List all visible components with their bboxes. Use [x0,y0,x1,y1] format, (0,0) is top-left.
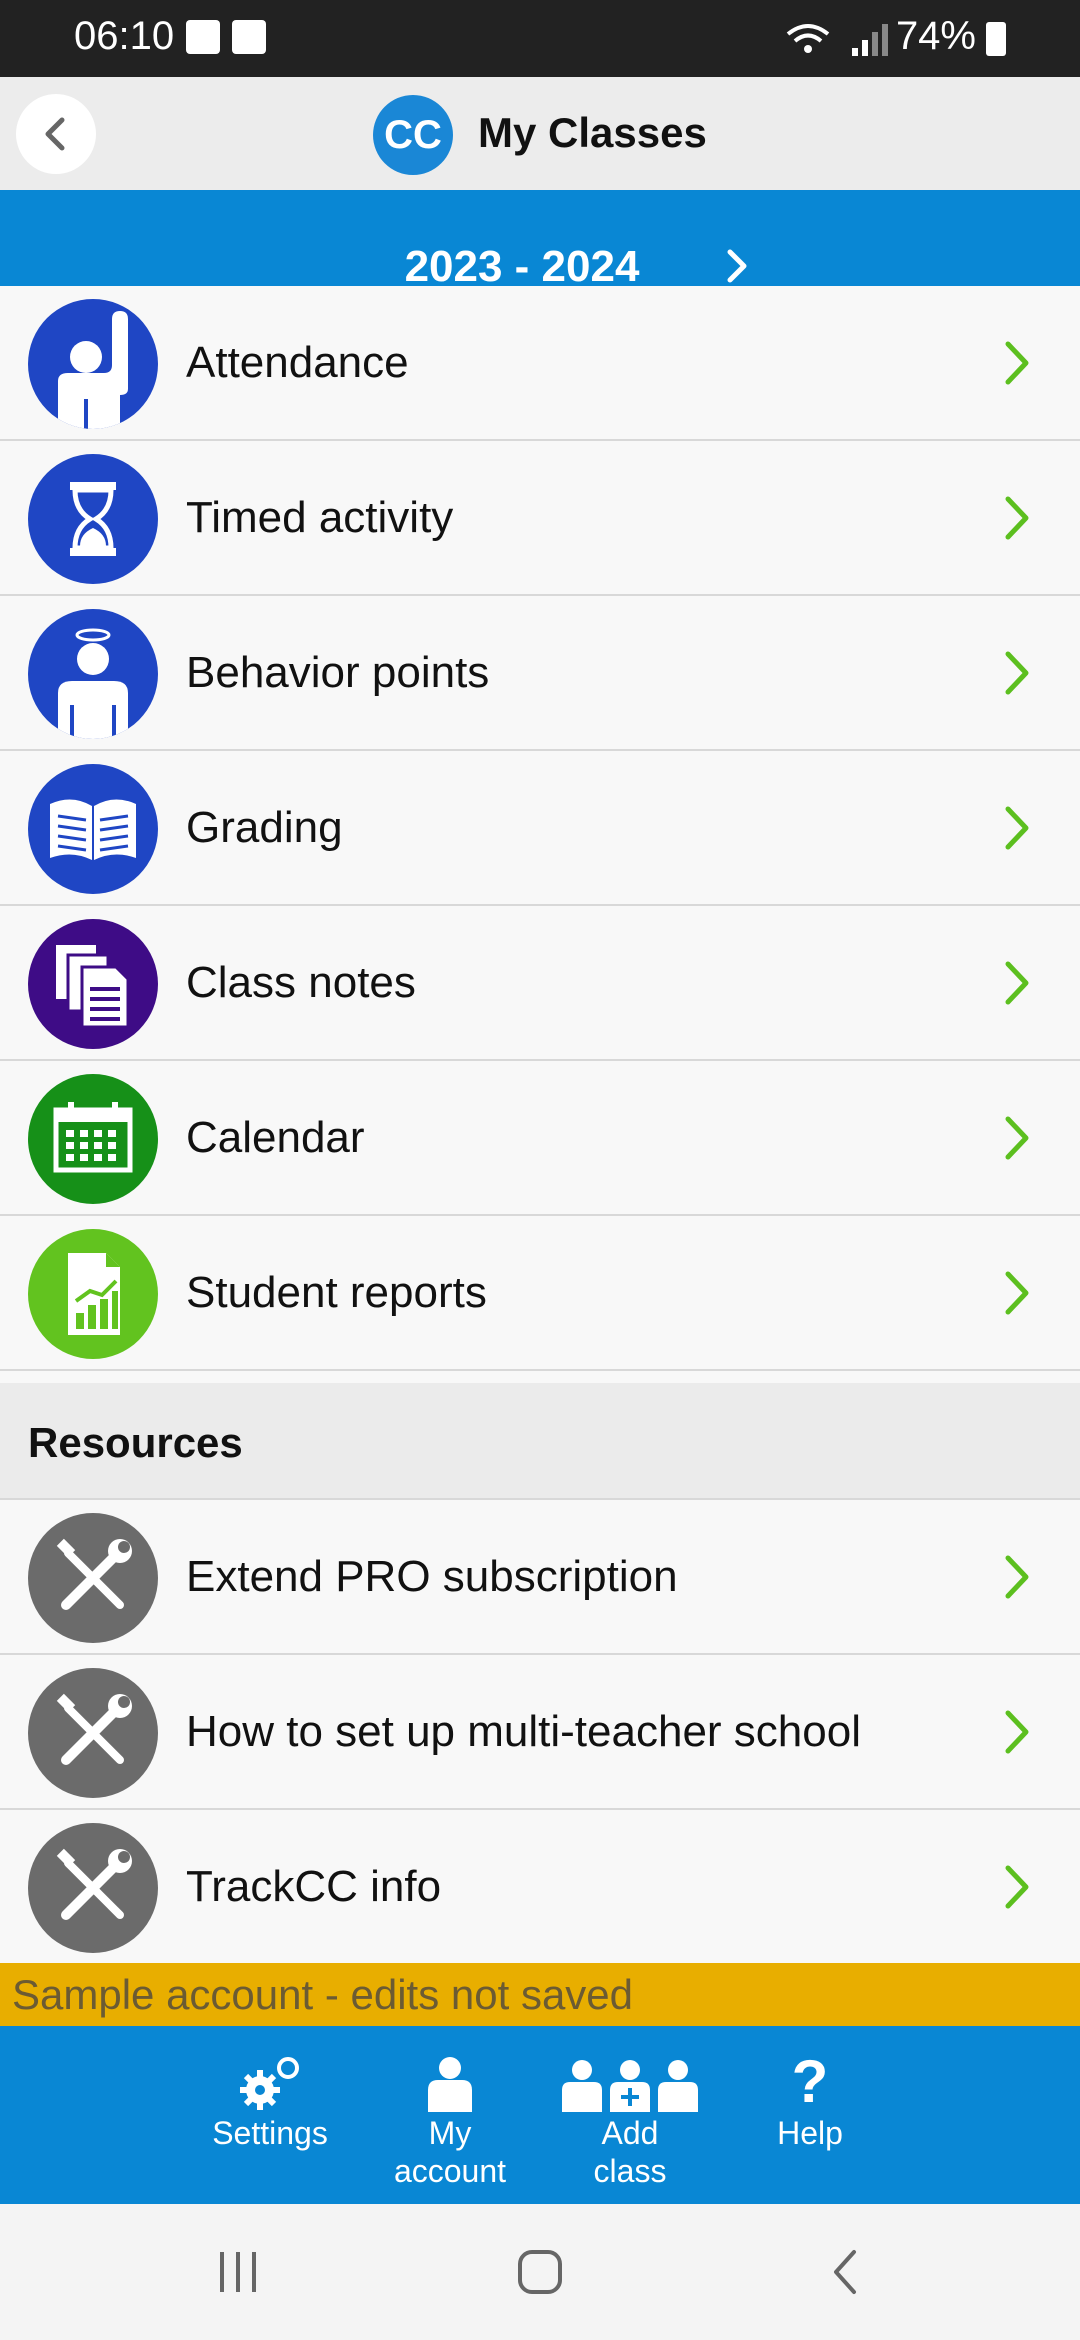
page-title: My Classes [478,109,707,156]
chevron-right-icon [1005,341,1029,385]
chevron-left-icon [45,117,65,151]
list-item-grading[interactable]: Grading [0,751,1080,906]
tools-icon [28,1823,158,1953]
recent-apps-icon[interactable] [214,2248,264,2296]
chevron-right-icon [1005,651,1029,695]
status-time: 06:10 [74,14,175,58]
list-item-label: Behavior points [186,648,490,697]
back-nav-icon[interactable] [826,2248,866,2296]
chevron-right-icon [1005,806,1029,850]
calendar-icon [28,1074,158,1204]
app-header: CC My Classes [0,77,1080,190]
list-item-label: Student reports [186,1268,487,1317]
section-title: Resources [28,1419,243,1466]
report-chart-icon [28,1229,158,1359]
back-button[interactable] [16,94,96,174]
chevron-right-icon [1005,1865,1029,1909]
status-bar: 06:10 74% [0,0,1080,77]
chevron-right-icon [1005,1710,1029,1754]
list-item-label: How to set up multi-teacher school [186,1707,861,1756]
chevron-right-icon [1005,1116,1029,1160]
list-item-label: Calendar [186,1113,365,1162]
list-item-label: Extend PRO subscription [186,1552,678,1601]
list-item-label: Timed activity [186,493,454,542]
hourglass-icon [28,454,158,584]
list-item-extend-pro[interactable]: Extend PRO subscription [0,1500,1080,1655]
system-navigation-bar [0,2204,1080,2340]
list-item-label: Class notes [186,958,416,1007]
list-item-trackcc-info[interactable]: TrackCC info [0,1810,1080,1965]
tab-help[interactable]: ? Help [730,2050,890,2152]
tab-add-class[interactable]: Add class [550,2050,710,2190]
chevron-right-icon [1005,496,1029,540]
open-book-icon [28,764,158,894]
battery-icon [986,22,1006,56]
tab-my-account[interactable]: My account [370,2050,530,2190]
list-item-class-notes[interactable]: Class notes [0,906,1080,1061]
tab-label: class [593,2153,667,2189]
list-item-attendance[interactable]: Attendance [0,286,1080,441]
resources-section-header: Resources [0,1383,1080,1500]
notes-icon [28,919,158,1049]
tab-label: My [428,2115,472,2151]
tab-label: Help [777,2115,843,2151]
list-item-student-reports[interactable]: Student reports [0,1216,1080,1371]
list-item-timed-activity[interactable]: Timed activity [0,441,1080,596]
list-item-calendar[interactable]: Calendar [0,1061,1080,1216]
chevron-right-icon[interactable] [722,246,752,286]
question-mark-icon: ? [791,2048,829,2115]
sample-account-banner: Sample account - edits not saved [0,1963,1080,2026]
list-item-behavior-points[interactable]: Behavior points [0,596,1080,751]
gear-icon [190,2050,350,2112]
check-notification-icon [232,20,266,54]
signal-icon [852,24,888,56]
wifi-icon [786,24,830,53]
user-icon [370,2050,530,2112]
home-icon[interactable] [516,2248,564,2296]
add-class-icon [550,2050,710,2112]
chevron-right-icon [1005,1555,1029,1599]
banner-text: Sample account - edits not saved [12,1971,634,2018]
student-hand-icon [28,299,158,429]
chevron-right-icon [1005,1271,1029,1315]
battery-percent: 74% [895,14,976,58]
app-logo: CC [373,95,453,175]
list-item-label: Grading [186,803,343,852]
tools-icon [28,1513,158,1643]
tab-label: Add [601,2115,659,2151]
image-notification-icon [186,20,220,54]
tab-label: account [393,2153,507,2189]
school-year-label: 2023 - 2024 [404,242,640,291]
tab-settings[interactable]: Settings [190,2050,350,2152]
tab-label: Settings [212,2115,328,2151]
bottom-tab-bar: Settings My account Add class ? Help [0,2026,1080,2204]
list-item-label: Attendance [186,338,409,387]
halo-student-icon [28,609,158,739]
chevron-right-icon [1005,961,1029,1005]
list-item-multi-teacher[interactable]: How to set up multi-teacher school [0,1655,1080,1810]
tools-icon [28,1668,158,1798]
list-item-label: TrackCC info [186,1862,442,1911]
